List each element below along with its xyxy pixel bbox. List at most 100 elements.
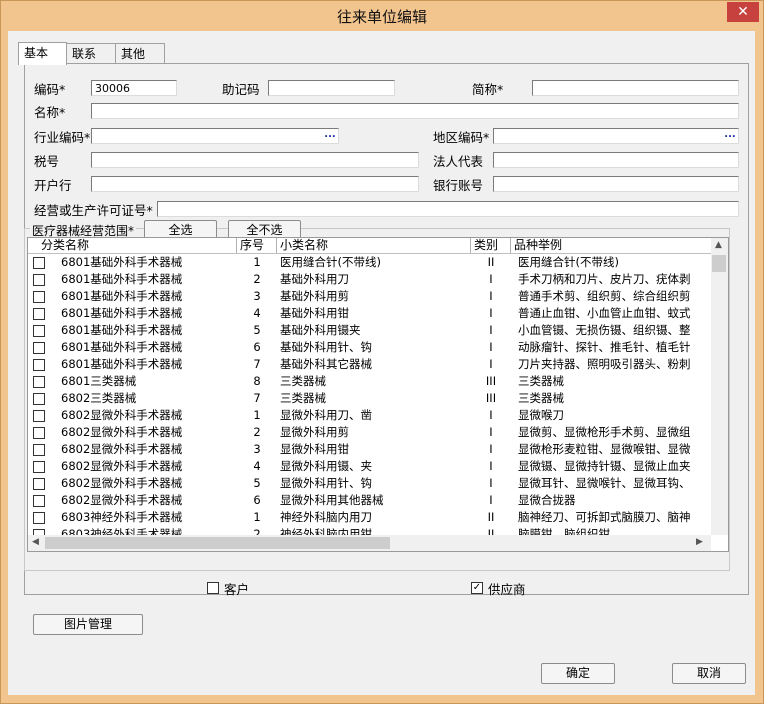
scroll-left-icon[interactable]: ◀ [32, 537, 39, 547]
row-checkbox[interactable] [33, 427, 45, 439]
cell-subclass-name: 基础外科用剪 [280, 289, 349, 303]
row-checkbox[interactable] [33, 274, 45, 286]
cell-class: III [485, 374, 497, 388]
table-row[interactable]: 6801基础外科手术器械 2 基础外科用刀 I 手术刀柄和刀片、皮片刀、疣体剥 [28, 271, 708, 288]
legal-rep-label: 法人代表 [433, 154, 484, 169]
tab-contact[interactable]: 联系 [66, 43, 116, 64]
name-label: 名称* [34, 105, 66, 120]
table-row[interactable]: 6802三类器械 7 三类器械 III 三类器械 [28, 390, 708, 407]
cell-category-name: 6803神经外科手术器械 [61, 510, 183, 524]
column-class[interactable]: 类别 [471, 238, 511, 253]
bank-input[interactable] [91, 176, 419, 192]
table-row[interactable]: 6801基础外科手术器械 7 基础外科其它器械 I 刀片夹持器、照明吸引器头、粉刺 [28, 356, 708, 373]
cell-seq: 1 [253, 510, 261, 524]
cell-class: I [489, 493, 493, 507]
row-checkbox[interactable] [33, 291, 45, 303]
row-checkbox[interactable] [33, 478, 45, 490]
row-checkbox[interactable] [33, 393, 45, 405]
row-checkbox[interactable] [33, 461, 45, 473]
grid-header: 分类名称 序号 小类名称 类别 品种举例 [28, 238, 728, 254]
cell-seq: 7 [253, 391, 261, 405]
mnemonic-input[interactable] [268, 80, 395, 96]
supplier-checkbox[interactable]: ✓ [471, 582, 483, 594]
region-code-input[interactable]: ... [493, 128, 739, 144]
table-row[interactable]: 6802显微外科手术器械 2 显微外科用剪 I 显微剪、显微枪形手术剪、显微组 [28, 424, 708, 441]
cell-class: I [489, 272, 493, 286]
table-row[interactable]: 6803神经外科手术器械 1 神经外科脑内用刀 II 脑神经刀、可拆卸式脑膜刀、脑神 [28, 509, 708, 526]
bank-account-input[interactable] [493, 176, 739, 192]
column-examples[interactable]: 品种举例 [511, 238, 711, 253]
scroll-up-icon[interactable]: ▲ [715, 240, 722, 250]
row-checkbox[interactable] [33, 410, 45, 422]
horizontal-scrollbar[interactable]: ◀ ▶ [28, 535, 711, 551]
tab-basic[interactable]: 基本 [18, 42, 67, 65]
region-code-label: 地区编码* [433, 130, 490, 145]
close-button[interactable]: ✕ [727, 2, 759, 22]
cell-subclass-name: 医用缝合针(不带线) [280, 255, 381, 269]
customer-label: 客户 [224, 582, 250, 597]
vertical-scrollbar[interactable]: ▲ [711, 238, 728, 535]
cell-subclass-name: 显微外科用针、钩 [280, 476, 372, 490]
cell-examples: 动脉瘤针、探针、推毛针、植毛针 [518, 340, 691, 354]
cell-examples: 医用缝合针(不带线) [518, 255, 619, 269]
title-bar[interactable]: 往来单位编辑 ✕ [1, 1, 763, 31]
cancel-button[interactable]: 取消 [672, 663, 746, 684]
short-name-input[interactable] [532, 80, 739, 96]
cell-seq: 6 [253, 493, 261, 507]
cell-subclass-name: 显微外科用刀、凿 [280, 408, 372, 422]
tab-other[interactable]: 其他 [115, 43, 165, 64]
cell-examples: 刀片夹持器、照明吸引器头、粉刺 [518, 357, 691, 371]
cell-class: I [489, 476, 493, 490]
column-seq[interactable]: 序号 [237, 238, 277, 253]
tax-id-label: 税号 [34, 154, 60, 169]
table-row[interactable]: 6801基础外科手术器械 4 基础外科用钳 I 普通止血钳、小血管止血钳、蚊式 [28, 305, 708, 322]
cell-seq: 5 [253, 323, 261, 337]
region-lookup-button[interactable]: ... [723, 130, 737, 142]
industry-code-input[interactable]: ... [91, 128, 339, 144]
code-input[interactable]: 30006 [91, 80, 177, 96]
row-checkbox[interactable] [33, 308, 45, 320]
image-management-button[interactable]: 图片管理 [33, 614, 143, 635]
cell-category-name: 6801基础外科手术器械 [61, 323, 183, 337]
table-row[interactable]: 6801基础外科手术器械 6 基础外科用针、钩 I 动脉瘤针、探针、推毛针、植毛针 [28, 339, 708, 356]
name-input[interactable] [91, 103, 739, 119]
row-checkbox[interactable] [33, 444, 45, 456]
table-row[interactable]: 6802显微外科手术器械 3 显微外科用钳 I 显微枪形麦粒钳、显微喉钳、显微 [28, 441, 708, 458]
license-input[interactable] [157, 201, 739, 217]
table-row[interactable]: 6802显微外科手术器械 4 显微外科用镊、夹 I 显微镊、显微持针镊、显微止血夹 [28, 458, 708, 475]
cell-category-name: 6802显微外科手术器械 [61, 425, 183, 439]
row-checkbox[interactable] [33, 512, 45, 524]
table-row[interactable]: 6801基础外科手术器械 5 基础外科用镊夹 I 小血管镊、无损伤镊、组织镊、整 [28, 322, 708, 339]
customer-checkbox[interactable] [207, 582, 219, 594]
row-checkbox[interactable] [33, 257, 45, 269]
tax-id-input[interactable] [91, 152, 419, 168]
cell-class: I [489, 459, 493, 473]
table-row[interactable]: 6801基础外科手术器械 1 医用缝合针(不带线) II 医用缝合针(不带线) [28, 254, 708, 271]
row-checkbox[interactable] [33, 495, 45, 507]
cell-subclass-name: 三类器械 [280, 391, 326, 405]
row-checkbox[interactable] [33, 359, 45, 371]
scroll-right-icon[interactable]: ▶ [696, 537, 703, 547]
cell-category-name: 6802三类器械 [61, 391, 137, 405]
row-checkbox[interactable] [33, 342, 45, 354]
cell-examples: 显微枪形麦粒钳、显微喉钳、显微 [518, 442, 691, 456]
legal-rep-input[interactable] [493, 152, 739, 168]
industry-lookup-button[interactable]: ... [323, 130, 337, 142]
vertical-scroll-thumb[interactable] [712, 255, 726, 272]
table-row[interactable]: 6801基础外科手术器械 3 基础外科用剪 I 普通手术剪、组织剪、综合组织剪 [28, 288, 708, 305]
cell-class: I [489, 340, 493, 354]
row-checkbox[interactable] [33, 325, 45, 337]
cell-subclass-name: 显微外科用镊、夹 [280, 459, 372, 473]
table-row[interactable]: 6802显微外科手术器械 5 显微外科用针、钩 I 显微耳针、显微喉针、显微耳钩、 [28, 475, 708, 492]
column-subclass-name[interactable]: 小类名称 [277, 238, 471, 253]
cell-class: III [485, 391, 497, 405]
row-checkbox[interactable] [33, 376, 45, 388]
table-row[interactable]: 6802显微外科手术器械 1 显微外科用刀、凿 I 显微喉刀 [28, 407, 708, 424]
ok-button[interactable]: 确定 [541, 663, 615, 684]
column-category-name[interactable]: 分类名称 [38, 238, 237, 253]
table-row[interactable]: 6801三类器械 8 三类器械 III 三类器械 [28, 373, 708, 390]
cell-category-name: 6802显微外科手术器械 [61, 408, 183, 422]
horizontal-scroll-thumb[interactable] [45, 537, 390, 549]
table-row[interactable]: 6802显微外科手术器械 6 显微外科用其他器械 I 显微合拢器 [28, 492, 708, 509]
cell-examples: 显微剪、显微枪形手术剪、显微组 [518, 425, 691, 439]
